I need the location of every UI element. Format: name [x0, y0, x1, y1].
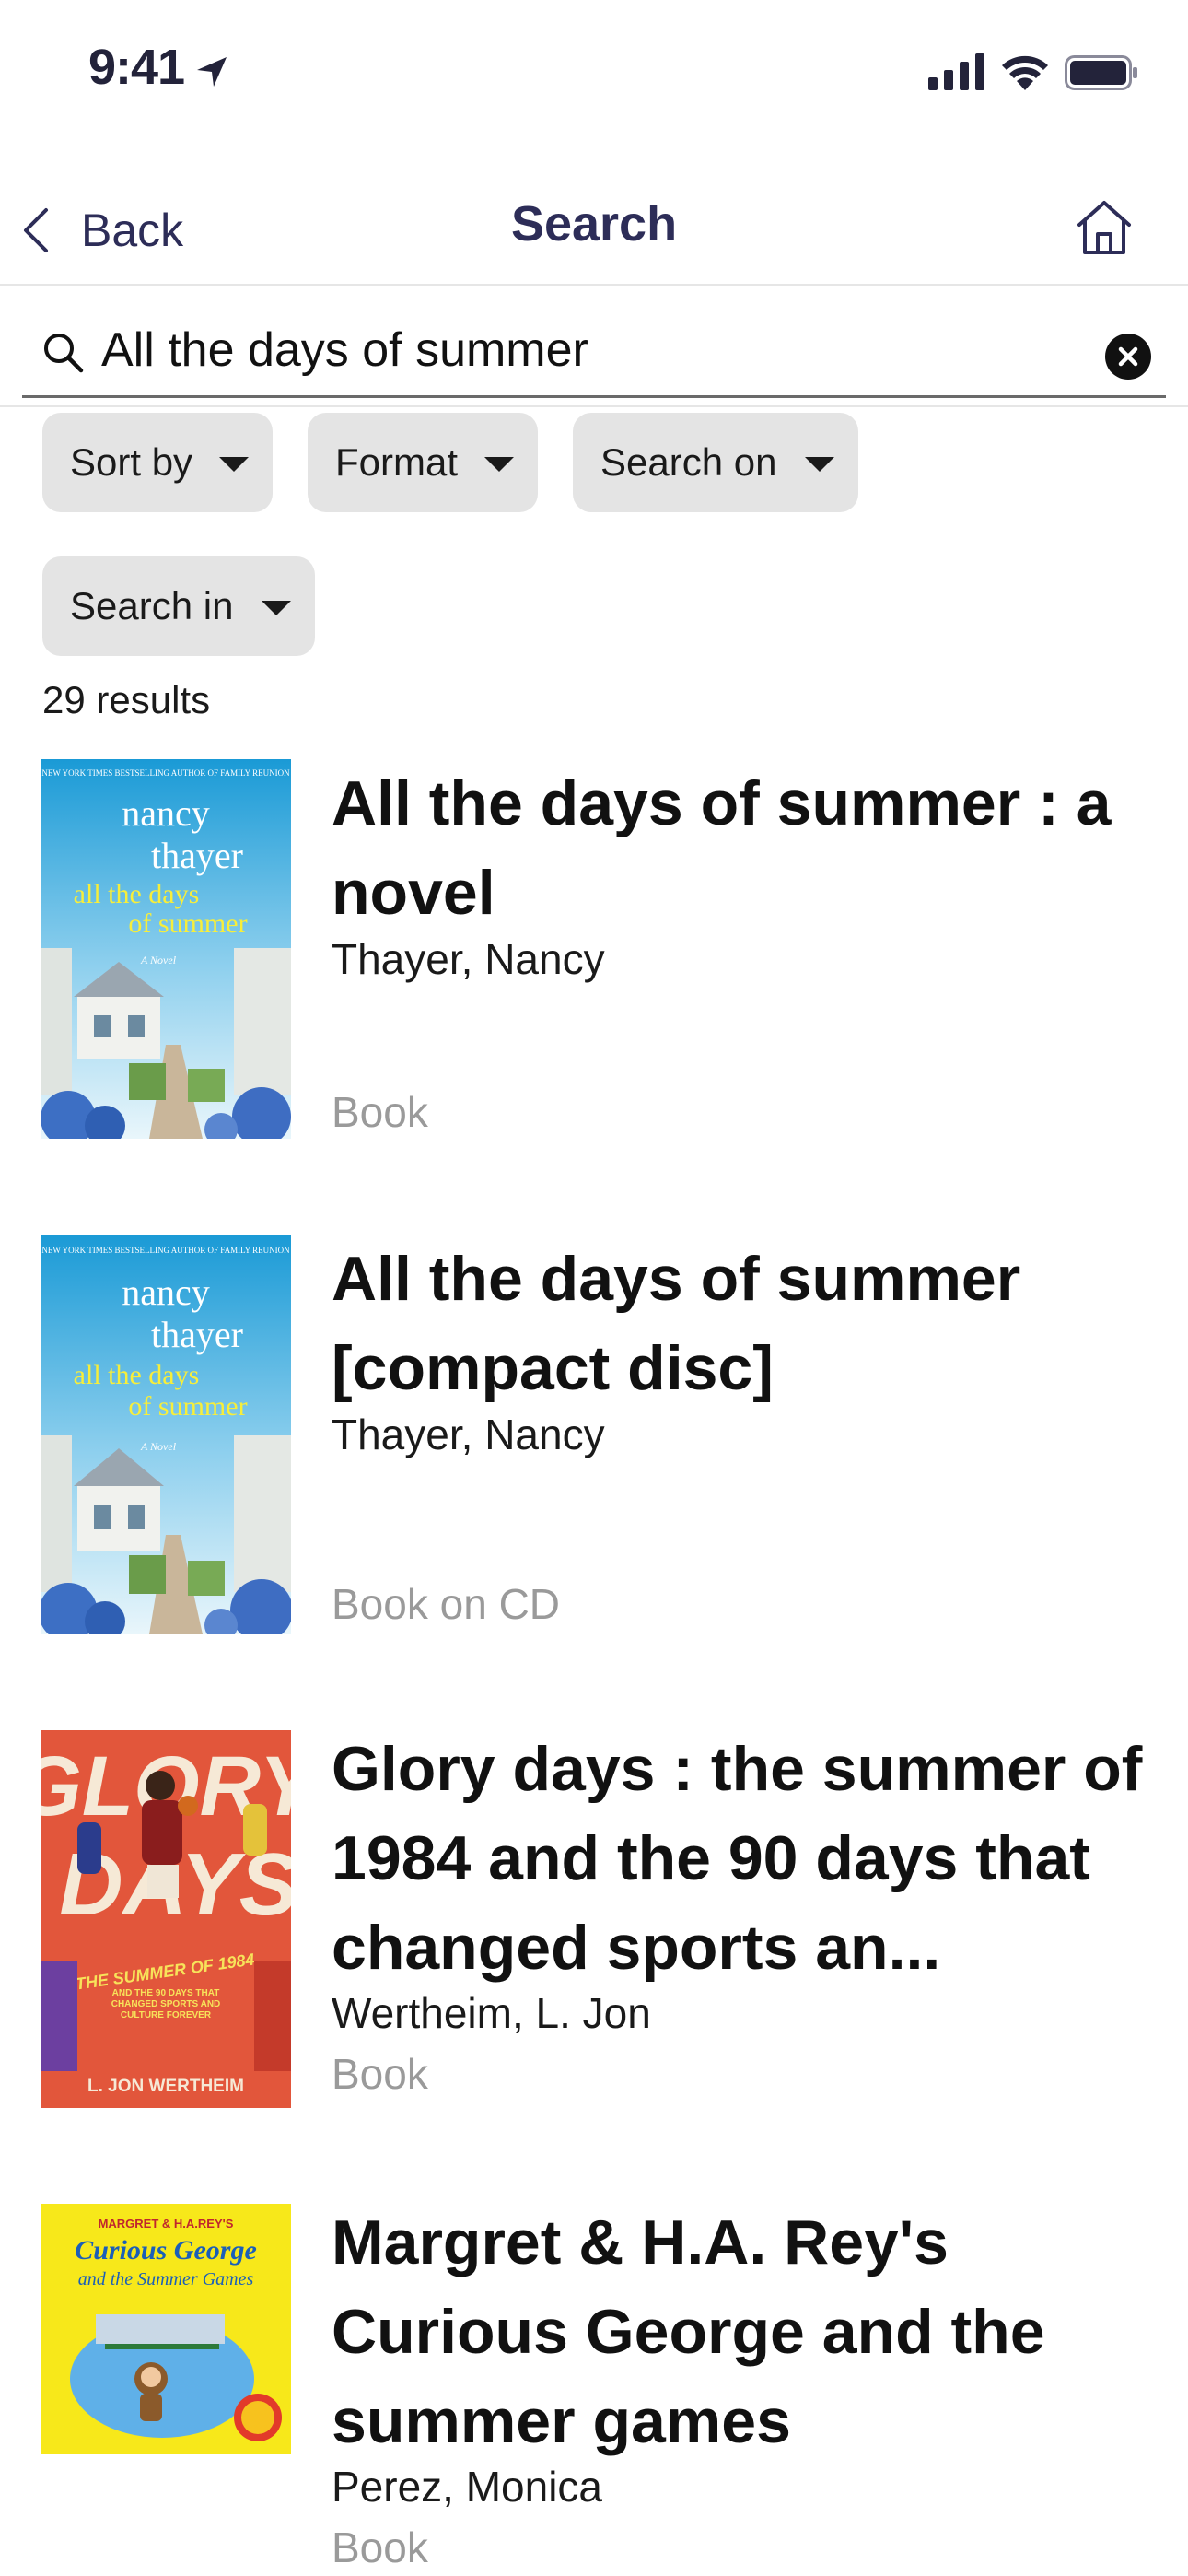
cover-tagline: NEW YORK TIMES BESTSELLING AUTHOR OF FAM… [41, 1246, 290, 1255]
result-author: Wertheim, L. Jon [332, 1989, 651, 2037]
status-time: 9:41 [88, 40, 185, 95]
cover-title-line1: all the days [74, 1360, 200, 1390]
result-format: Book [332, 1088, 428, 1136]
cover-tagline: MARGRET & H.A.REY'S [99, 2217, 234, 2231]
result-format: Book [332, 2523, 428, 2571]
result-title: All the days of summer : a novel [332, 768, 1112, 928]
caret-down-icon [219, 457, 249, 472]
caret-down-icon [484, 457, 514, 472]
result-format: Book [332, 2050, 428, 2098]
search-input[interactable] [101, 317, 1077, 383]
page-title: Search [510, 196, 678, 252]
cover-author-first: nancy [122, 1271, 210, 1313]
cellular-signal-icon [928, 53, 984, 90]
cover-subtitle: A Novel [140, 954, 177, 966]
filter-label: Sort by [70, 440, 193, 484]
book-cover: NEW YORK TIMES BESTSELLING AUTHOR OF FAM… [41, 1235, 291, 1634]
cover-blurb: AND THE 90 DAYS THAT CHANGED SPORTS AND … [111, 1988, 221, 2020]
search-on-filter[interactable]: Search on [573, 413, 858, 512]
cover-tagline: NEW YORK TIMES BESTSELLING AUTHOR OF FAM… [41, 768, 290, 778]
result-title: Glory days : the summer of 1984 and the … [332, 1734, 1143, 1983]
result-author: Thayer, Nancy [332, 935, 605, 983]
cover-title-line2: of summer [128, 1391, 247, 1422]
result-item[interactable]: NEW YORK TIMES BESTSELLING AUTHOR OF FAM… [0, 1235, 1188, 1649]
cover-author: L. JON WERTHEIM [87, 2077, 244, 2096]
cover-title-line1: all the days [74, 879, 200, 909]
result-format: Book on CD [332, 1580, 561, 1628]
format-filter[interactable]: Format [308, 413, 538, 512]
result-title: All the days of summer [compact disc] [332, 1244, 1021, 1403]
book-cover: GLORY DAYS THE SUMMER OF 1984 AND THE 90… [41, 1730, 291, 2108]
book-cover: NEW YORK TIMES BESTSELLING AUTHOR OF FAM… [41, 759, 291, 1139]
cover-subtitle: A Novel [140, 1440, 177, 1453]
result-title: Margret & H.A. Rey's Curious George and … [332, 2207, 1045, 2456]
result-author: Thayer, Nancy [332, 1411, 605, 1458]
result-item[interactable]: NEW YORK TIMES BESTSELLING AUTHOR OF FAM… [0, 759, 1188, 1146]
search-field [22, 302, 1166, 398]
caret-down-icon [805, 457, 834, 472]
caret-down-icon [262, 601, 291, 615]
cover-title-line1: Curious George [75, 2235, 257, 2266]
search-bar [0, 286, 1188, 407]
sort-by-filter[interactable]: Sort by [42, 413, 273, 512]
cover-author-first: nancy [122, 792, 210, 834]
location-arrow-icon [197, 57, 227, 87]
filter-label: Search in [70, 584, 234, 627]
cover-author-last: thayer [151, 1314, 243, 1355]
search-icon [44, 334, 84, 373]
cover-title-line2: and the Summer Games [78, 2269, 254, 2289]
cover-author-last: thayer [151, 835, 243, 876]
home-icon[interactable] [1072, 195, 1136, 260]
results-count: 29 results [42, 678, 211, 721]
result-item[interactable]: MARGRET & H.A.REY'S Curious George and t… [0, 2204, 1188, 2576]
status-bar: 9:41 [0, 0, 1188, 147]
clear-search-icon[interactable] [1105, 334, 1151, 380]
result-item[interactable]: GLORY DAYS THE SUMMER OF 1984 AND THE 90… [0, 1730, 1188, 2126]
search-in-filter[interactable]: Search in [42, 556, 315, 656]
wifi-icon [1002, 55, 1048, 90]
result-author: Perez, Monica [332, 2463, 603, 2511]
navigation-bar: Back Search [0, 175, 1188, 286]
filter-label: Search on [600, 440, 777, 484]
book-cover: MARGRET & H.A.REY'S Curious George and t… [41, 2204, 291, 2454]
filter-label: Format [335, 440, 459, 484]
cover-title-line2: of summer [128, 908, 247, 939]
battery-icon [1065, 55, 1137, 90]
